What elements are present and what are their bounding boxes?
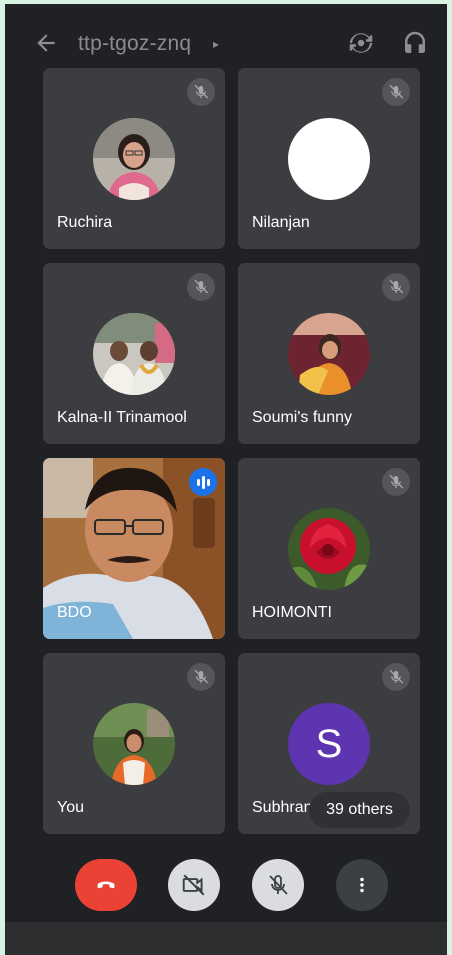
participant-name: You [57,799,84,816]
arrow-back-icon[interactable] [33,30,59,56]
participant-video-tile[interactable]: BDO [43,458,225,639]
end-call-button[interactable] [75,859,137,911]
camera-off-icon [182,874,205,896]
mic-off-icon [382,78,410,106]
mic-off-icon [382,273,410,301]
mic-toggle-button[interactable] [252,859,304,911]
meeting-info-caret-icon[interactable]: ▸ [213,37,219,51]
participant-name: BDO [57,604,92,621]
avatar [93,703,175,785]
avatar [288,508,370,590]
meeting-screen: ttp-tgoz-znq ▸ Ruchira Nilanjan Kalna-II… [5,4,447,955]
more-vert-icon [360,877,364,893]
avatar [288,118,370,200]
initial-avatar: S [288,703,370,785]
mic-off-icon [187,273,215,301]
participant-tile[interactable]: Nilanjan [238,68,420,249]
top-bar: ttp-tgoz-znq ▸ [5,20,447,66]
avatar [288,313,370,395]
camera-toggle-button[interactable] [168,859,220,911]
speaking-indicator-icon [189,468,217,496]
headphones-icon[interactable] [400,28,430,58]
switch-camera-icon[interactable] [346,28,376,58]
participant-tile[interactable]: Soumi's funny [238,263,420,444]
participant-tile[interactable]: Ruchira [43,68,225,249]
others-button[interactable]: 39 others [309,792,410,828]
participant-name: Nilanjan [252,214,310,231]
participant-name: Subhrani [252,799,317,816]
meeting-code[interactable]: ttp-tgoz-znq [78,32,191,56]
participant-name: Kalna-II Trinamool [57,409,187,426]
self-tile[interactable]: You [43,653,225,834]
participant-tile[interactable]: HOIMONTI [238,458,420,639]
mic-off-icon [269,875,288,895]
more-options-button[interactable] [336,859,388,911]
mic-off-icon [382,663,410,691]
avatar [93,313,175,395]
participant-name: HOIMONTI [252,604,332,621]
phone-hangup-icon [97,881,115,889]
participant-name: Soumi's funny [252,409,352,426]
participant-tile[interactable]: Kalna-II Trinamool [43,263,225,444]
mic-off-icon [187,78,215,106]
system-nav-area [5,922,447,955]
mic-off-icon [382,468,410,496]
participant-name: Ruchira [57,214,113,231]
avatar [93,118,175,200]
mic-off-icon [187,663,215,691]
